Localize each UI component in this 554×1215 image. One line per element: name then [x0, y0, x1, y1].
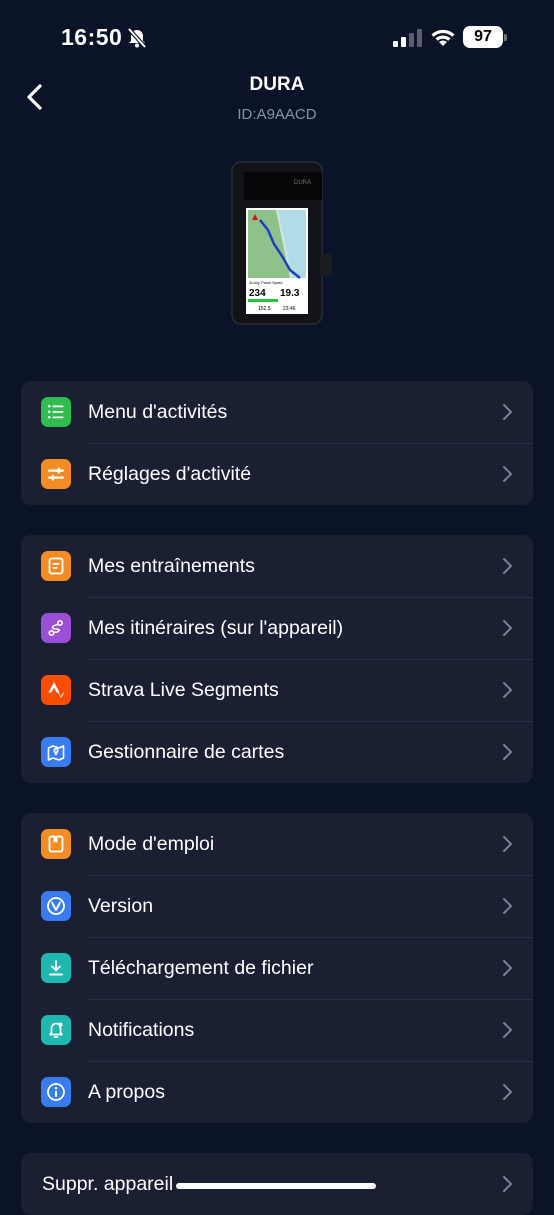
chevron-right-icon	[503, 836, 512, 852]
device-metric-labels: 3s Avg. Power Speed	[249, 281, 282, 285]
device-id: ID:A9AACD	[237, 106, 317, 123]
download-icon	[41, 953, 71, 983]
chevron-right-icon	[503, 898, 512, 914]
battery-cap	[504, 34, 507, 41]
device-power-value: 234	[249, 288, 266, 299]
home-indicator[interactable]	[176, 1183, 376, 1189]
info-icon	[41, 1077, 71, 1107]
status-bar: 16:50 97	[0, 0, 554, 76]
page-title: DURA	[249, 74, 305, 95]
settings-group-activity: Menu d'activités Réglages d'activité	[21, 381, 533, 505]
menu-item-label: Mes itinéraires (sur l'appareil)	[88, 616, 344, 639]
svg-text:DURA: DURA	[294, 180, 311, 186]
chevron-right-icon	[503, 744, 512, 760]
menu-item-label: Strava Live Segments	[88, 678, 279, 701]
chevron-right-icon	[503, 558, 512, 574]
chevron-right-icon	[503, 960, 512, 976]
chevron-right-icon	[503, 1084, 512, 1100]
menu-item-label: Menu d'activités	[88, 400, 228, 423]
chevron-right-icon	[503, 1022, 512, 1038]
menu-item-workouts[interactable]: Mes entraînements	[21, 535, 533, 597]
menu-item-label: Mes entraînements	[88, 554, 255, 577]
chevron-right-icon	[503, 1176, 512, 1192]
chevron-right-icon	[503, 404, 512, 420]
menu-item-label: Suppr. appareil	[42, 1172, 174, 1195]
device-bottom-left: 152.5	[258, 306, 271, 312]
menu-item-label: Notifications	[88, 1018, 195, 1041]
device-speed-value: 19.3	[280, 288, 300, 299]
menu-item-label: A propos	[88, 1080, 165, 1103]
menu-item-routes[interactable]: Mes itinéraires (sur l'appareil)	[21, 597, 533, 659]
settings-group-info: Mode d'emploi Version Téléchargement de …	[21, 813, 533, 1123]
menu-item-label: Réglages d'activité	[88, 462, 252, 485]
route-icon	[41, 613, 71, 643]
chevron-right-icon	[503, 466, 512, 482]
version-icon	[41, 891, 71, 921]
menu-item-notifications[interactable]: Notifications	[21, 999, 533, 1061]
menu-item-activity-settings[interactable]: Réglages d'activité	[21, 443, 533, 505]
menu-item-activity-menu[interactable]: Menu d'activités	[21, 381, 533, 443]
menu-item-label: Téléchargement de fichier	[88, 956, 314, 979]
settings-group-content: Mes entraînements Mes itinéraires (sur l…	[21, 535, 533, 783]
menu-item-label: Version	[88, 894, 154, 917]
menu-item-user-manual[interactable]: Mode d'emploi	[21, 813, 533, 875]
menu-item-file-download[interactable]: Téléchargement de fichier	[21, 937, 533, 999]
list-icon	[41, 397, 71, 427]
menu-item-version[interactable]: Version	[21, 875, 533, 937]
wifi-icon	[431, 29, 455, 46]
bell-muted-icon	[127, 27, 147, 49]
menu-item-strava-live-segments[interactable]: Strava Live Segments	[21, 659, 533, 721]
chevron-right-icon	[503, 620, 512, 636]
device-image: DURA 3s Avg. Power Speed 234 19.3 152.5 …	[231, 161, 332, 325]
sliders-icon	[41, 459, 71, 489]
menu-item-about[interactable]: A propos	[21, 1061, 533, 1123]
strava-icon	[41, 675, 71, 705]
status-time: 16:50	[61, 24, 123, 50]
manual-icon	[41, 829, 71, 859]
bell-icon	[41, 1015, 71, 1045]
battery-indicator: 97	[463, 26, 503, 48]
device-bottom-right: 23:46	[283, 306, 296, 312]
workout-icon	[41, 551, 71, 581]
map-icon	[41, 737, 71, 767]
menu-item-label: Gestionnaire de cartes	[88, 740, 285, 763]
chevron-right-icon	[503, 682, 512, 698]
signal-icon	[393, 29, 422, 47]
menu-item-label: Mode d'emploi	[88, 832, 215, 855]
menu-item-map-manager[interactable]: Gestionnaire de cartes	[21, 721, 533, 783]
